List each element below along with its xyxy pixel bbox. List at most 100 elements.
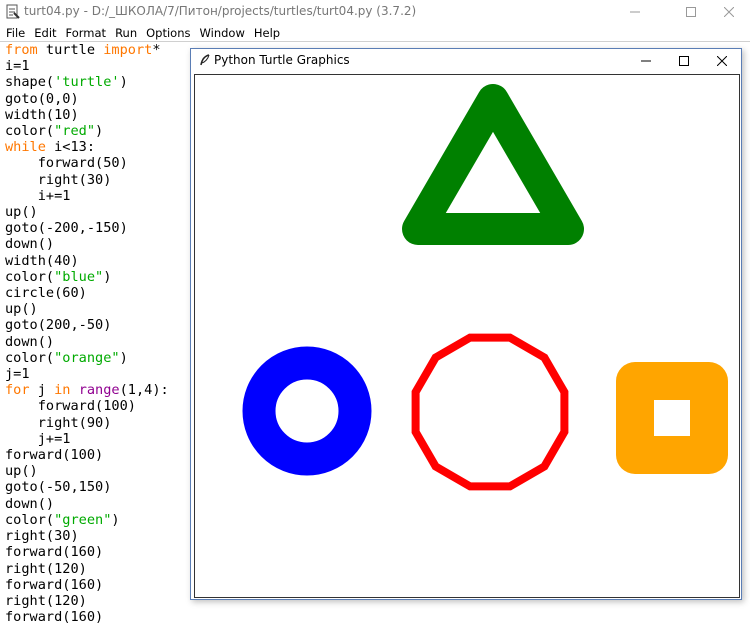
orange-square: [616, 362, 728, 474]
code-token: i=1: [5, 58, 30, 75]
code-token: forward(100): [5, 398, 136, 415]
code-token: "green": [54, 511, 112, 528]
code-line: forward(50): [5, 155, 169, 171]
code-token: for: [5, 382, 30, 399]
code-line: up(): [5, 204, 169, 220]
code-token: color(: [5, 349, 55, 366]
code-token: forward(50): [5, 155, 128, 172]
code-line: from turtle import*: [5, 42, 169, 58]
code-line: i+=1: [5, 188, 169, 204]
code-token: right(90): [5, 414, 112, 431]
code-token: goto(200,-50): [5, 317, 112, 334]
code-token: ): [119, 349, 128, 366]
menu-format[interactable]: Format: [66, 26, 107, 40]
code-token: ): [95, 123, 104, 140]
menu-file[interactable]: File: [6, 26, 25, 40]
turtle-titlebar: Python Turtle Graphics: [191, 49, 741, 72]
code-line: j+=1: [5, 431, 169, 447]
code-line: right(120): [5, 593, 169, 609]
code-line: goto(-50,150): [5, 479, 169, 495]
turtle-window-title: Python Turtle Graphics: [214, 53, 350, 67]
window-title: turt04.py - D:/_ШКОЛА/7/Питон/projects/t…: [24, 4, 417, 18]
code-token: in: [54, 382, 71, 399]
red-dodecagon: [411, 333, 569, 491]
menu-edit[interactable]: Edit: [34, 26, 56, 40]
code-token: goto(0,0): [5, 90, 79, 107]
code-line: forward(100): [5, 398, 169, 414]
code-line: color("blue"): [5, 269, 169, 285]
code-token: j: [29, 382, 55, 399]
code-token: while: [5, 139, 46, 156]
code-line: color("green"): [5, 512, 169, 528]
code-token: down(): [5, 495, 55, 512]
menu-window[interactable]: Window: [200, 26, 245, 40]
code-text[interactable]: from turtle import* i=1 shape('turtle') got…: [5, 42, 169, 625]
code-line: down(): [5, 334, 169, 350]
code-token: ): [103, 268, 112, 285]
code-line: up(): [5, 301, 169, 317]
code-token: up(): [5, 463, 38, 480]
turtle-minimize-button[interactable]: [627, 49, 665, 72]
maximize-icon: [679, 55, 689, 66]
code-token: forward(100): [5, 447, 104, 464]
code-line: forward(100): [5, 447, 169, 463]
code-line: down(): [5, 496, 169, 512]
turtle-maximize-button[interactable]: [665, 49, 703, 72]
code-token: shape(: [5, 74, 55, 91]
code-token: turtle: [37, 42, 104, 58]
code-line: color("orange"): [5, 350, 169, 366]
code-token: color(: [5, 511, 55, 528]
minimize-button[interactable]: [612, 0, 658, 24]
code-line: goto(200,-50): [5, 317, 169, 333]
code-line: shape('turtle'): [5, 74, 169, 90]
code-line: goto(0,0): [5, 91, 169, 107]
code-line: width(10): [5, 107, 169, 123]
turtle-graphics-window: Python Turtle Graphics: [190, 48, 742, 600]
code-token: ): [119, 74, 128, 91]
code-token: up(): [5, 301, 38, 318]
code-token: *: [152, 42, 161, 58]
code-token: import: [103, 42, 153, 58]
code-token: up(): [5, 204, 38, 221]
code-token: circle(60): [5, 285, 87, 302]
code-token: from: [5, 42, 38, 58]
minimize-icon: [641, 60, 651, 61]
code-line: width(40): [5, 253, 169, 269]
code-line: right(30): [5, 172, 169, 188]
code-line: forward(160): [5, 609, 169, 625]
code-line: right(120): [5, 561, 169, 577]
menu-help[interactable]: Help: [254, 26, 280, 40]
code-token: forward(160): [5, 576, 104, 593]
code-token: forward(160): [5, 609, 104, 626]
code-token: right(30): [5, 528, 79, 545]
code-token: "blue": [54, 268, 104, 285]
code-token: ): [111, 511, 120, 528]
maximize-icon: [686, 7, 696, 17]
code-token: right(30): [5, 171, 112, 188]
document-icon: [6, 4, 20, 19]
blue-ring: [242, 346, 372, 476]
turtle-close-button[interactable]: [703, 49, 741, 72]
code-token: width(10): [5, 106, 79, 123]
code-line: i=1: [5, 58, 169, 74]
menu-options[interactable]: Options: [146, 26, 190, 40]
code-line: goto(-200,-150): [5, 220, 169, 236]
code-line: circle(60): [5, 285, 169, 301]
code-line: forward(160): [5, 577, 169, 593]
turtle-canvas: [194, 74, 740, 598]
idle-titlebar: turt04.py - D:/_ШКОЛА/7/Питон/projects/t…: [0, 0, 750, 24]
code-line: while i<13:: [5, 139, 169, 155]
green-triangle: [402, 84, 584, 245]
menu-run[interactable]: Run: [115, 26, 137, 40]
code-line: forward(160): [5, 544, 169, 560]
close-button[interactable]: [706, 0, 750, 24]
code-token: "orange": [54, 349, 120, 366]
turtle-drawing: [242, 84, 728, 491]
code-line: up(): [5, 463, 169, 479]
feather-icon: [200, 54, 210, 66]
code-line: right(30): [5, 528, 169, 544]
code-token: range: [78, 382, 120, 399]
code-token: goto(-200,-150): [5, 220, 128, 237]
code-token: color(: [5, 123, 55, 140]
